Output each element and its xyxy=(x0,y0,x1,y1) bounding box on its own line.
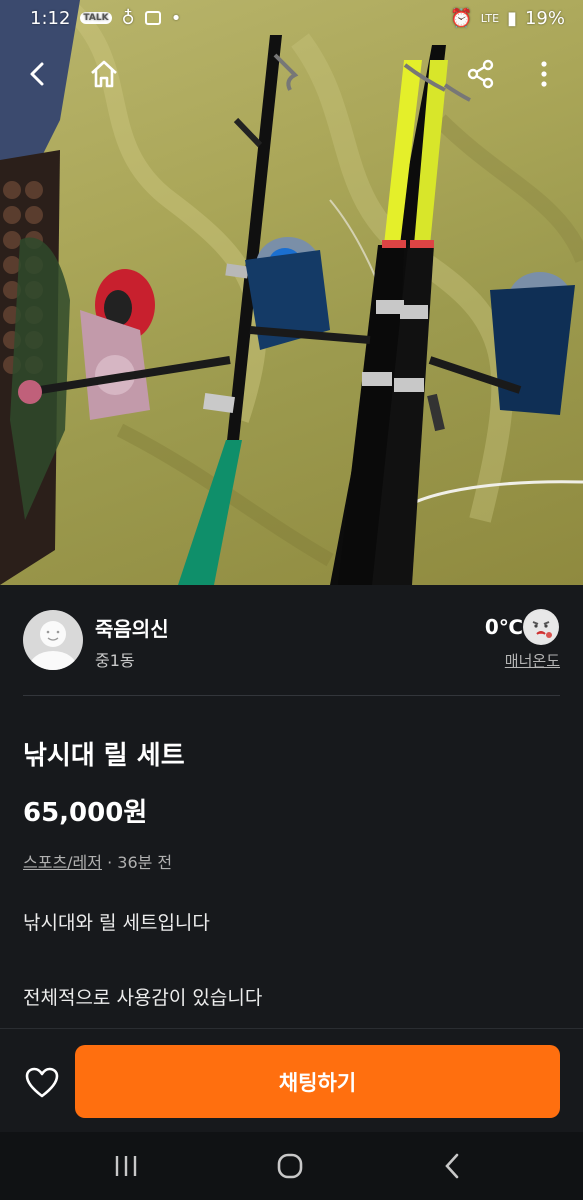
chat-button[interactable]: 채팅하기 xyxy=(75,1045,560,1118)
network-type: LTE xyxy=(480,11,500,25)
share-icon xyxy=(467,59,494,89)
status-time: 1:12 xyxy=(30,7,71,29)
system-home-button[interactable] xyxy=(270,1150,310,1182)
item-description-line-2: 전체적으로 사용감이 있습니다 xyxy=(23,987,263,1009)
home-icon xyxy=(91,60,117,88)
status-bar: 1:12 TALK ♁ • ⏰ LTE ▮ 19% xyxy=(0,0,583,36)
system-navigation-bar xyxy=(0,1132,583,1200)
manner-temperature-link[interactable]: 매너온도 xyxy=(505,650,560,671)
voicemail-icon xyxy=(144,11,161,25)
more-vertical-icon xyxy=(541,61,547,87)
circle-home-icon xyxy=(277,1153,303,1179)
signal-icon: ▮ xyxy=(507,7,517,29)
avatar[interactable] xyxy=(23,610,83,670)
seller-location: 중1동 xyxy=(95,651,135,670)
heart-icon xyxy=(25,1067,59,1098)
item-price: 65,000원 xyxy=(23,798,148,828)
notification-icon: ♁ xyxy=(121,7,135,29)
like-button[interactable] xyxy=(22,1063,62,1103)
angry-face-icon xyxy=(523,609,559,645)
seller-profile[interactable]: 죽음의신 중1동 0℃ 매너온도 xyxy=(0,585,583,695)
manner-temperature: 0℃ xyxy=(484,615,523,639)
kakaotalk-icon: TALK xyxy=(80,12,112,24)
default-avatar-icon xyxy=(29,621,77,670)
top-navigation xyxy=(0,48,583,100)
recents-icon xyxy=(115,1156,137,1176)
item-title: 낚시대 릴 세트 xyxy=(23,741,185,771)
battery-level: 19% xyxy=(524,7,565,29)
item-description-line-1: 낚시대와 릴 세트입니다 xyxy=(23,912,210,934)
chevron-left-icon xyxy=(30,62,44,86)
home-button[interactable] xyxy=(78,48,130,100)
category-link[interactable]: 스포츠/레저 xyxy=(23,853,102,872)
recents-button[interactable] xyxy=(106,1150,146,1182)
dot-icon: • xyxy=(170,7,182,29)
posted-time: · 36분 전 xyxy=(102,853,173,872)
bottom-action-bar: 채팅하기 xyxy=(0,1028,583,1132)
share-button[interactable] xyxy=(455,48,507,100)
alarm-icon: ⏰ xyxy=(450,7,473,29)
item-meta: 스포츠/레저 · 36분 전 xyxy=(23,849,172,873)
back-button[interactable] xyxy=(12,48,64,100)
more-options-button[interactable] xyxy=(518,48,570,100)
system-back-button[interactable] xyxy=(433,1150,473,1182)
chevron-left-icon xyxy=(445,1153,459,1179)
seller-name[interactable]: 죽음의신 xyxy=(95,613,169,642)
divider xyxy=(23,695,560,696)
